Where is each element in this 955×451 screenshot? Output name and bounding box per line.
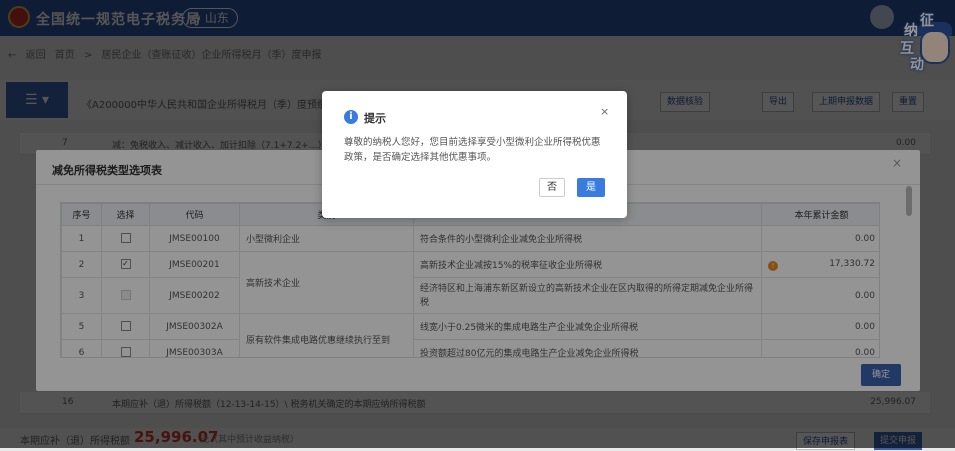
alert-overlay [0, 0, 955, 448]
dialog-title: 提示 [364, 112, 386, 125]
info-icon: i [344, 110, 358, 124]
close-icon[interactable]: × [600, 105, 609, 118]
prompt-dialog: i 提示 × 尊敬的纳税人您好，您目前选择享受小型微利企业所得税优惠政策，是否确… [322, 91, 627, 218]
yes-button[interactable]: 是 [577, 178, 605, 197]
no-button[interactable]: 否 [539, 178, 565, 197]
dialog-message: 尊敬的纳税人您好，您目前选择享受小型微利企业所得税优惠政策，是否确定选择其他优惠… [344, 137, 601, 163]
